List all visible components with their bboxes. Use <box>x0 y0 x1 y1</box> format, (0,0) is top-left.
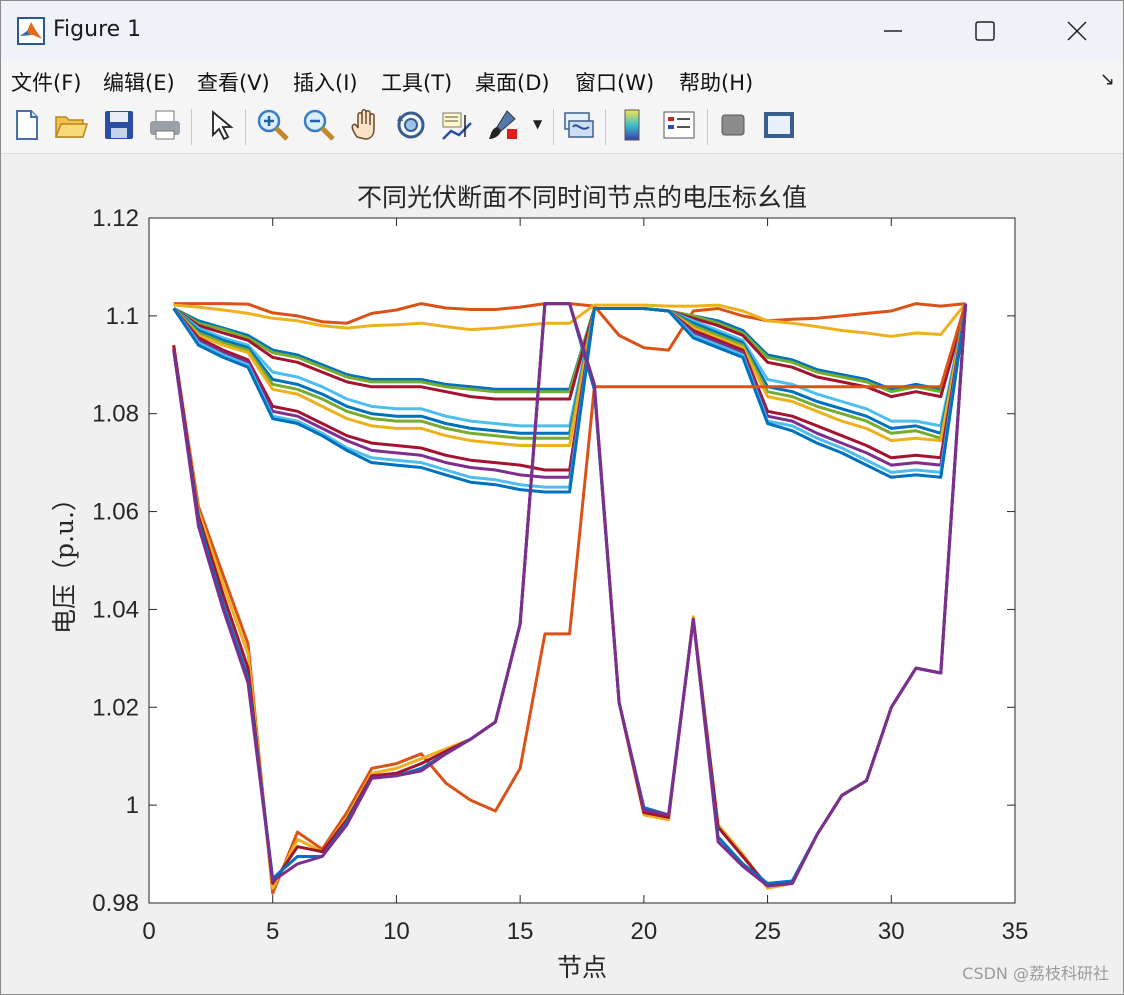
new-figure-icon[interactable] <box>9 107 45 143</box>
data-cursor-icon[interactable] <box>439 107 475 143</box>
y-tick-label: 1.12 <box>92 205 139 232</box>
link-plot-icon[interactable] <box>561 107 597 143</box>
x-tick-label: 15 <box>507 918 534 945</box>
menu-window[interactable]: 窗口(W) <box>575 67 654 97</box>
save-icon[interactable] <box>101 107 137 143</box>
figure-window: Figure 1 文件(F) 编辑(E) 查看(V) 插入(I) 工具(T) 桌… <box>0 0 1124 995</box>
y-tick-label: 1.04 <box>92 596 139 623</box>
open-file-icon[interactable] <box>53 107 89 143</box>
y-tick-label: 1.08 <box>92 401 139 428</box>
y-tick-label: 1 <box>126 792 139 819</box>
window-title: Figure 1 <box>53 17 142 42</box>
toolbar-separator <box>605 109 606 145</box>
x-tick-label: 20 <box>631 918 658 945</box>
maximize-icon <box>975 21 995 41</box>
x-tick-label: 5 <box>266 918 279 945</box>
menu-bar: 文件(F) 编辑(E) 查看(V) 插入(I) 工具(T) 桌面(D) 窗口(W… <box>1 61 1123 99</box>
menu-insert[interactable]: 插入(I) <box>293 67 358 97</box>
dock-arrow-icon[interactable]: ↘ <box>1100 69 1115 90</box>
matlab-logo-icon <box>17 17 45 45</box>
menu-desktop[interactable]: 桌面(D) <box>475 67 550 97</box>
x-tick-label: 35 <box>1002 918 1029 945</box>
toolbar-separator <box>191 109 192 145</box>
x-axis-label: 节点 <box>557 953 607 982</box>
hide-plot-tools-icon[interactable] <box>715 107 751 143</box>
brush-icon[interactable] <box>485 107 521 143</box>
show-plot-tools-icon[interactable] <box>761 107 797 143</box>
menu-view[interactable]: 查看(V) <box>197 67 270 97</box>
maximize-button[interactable] <box>939 1 1031 61</box>
watermark: CSDN @荔枝科研社 <box>962 964 1109 983</box>
y-tick-label: 1.1 <box>106 303 139 330</box>
y-tick-label: 1.02 <box>92 694 139 721</box>
menu-help[interactable]: 帮助(H) <box>679 67 753 97</box>
line-chart[interactable]: 0 5 10 15 20 25 30 35 0.98 1 1.02 1.04 1.06 1.08 1.1 1.… <box>3 154 1121 992</box>
legend-icon[interactable] <box>661 107 697 143</box>
plot-area <box>149 218 1015 903</box>
menu-file[interactable]: 文件(F) <box>11 67 81 97</box>
zoom-out-icon[interactable] <box>301 107 337 143</box>
toolbar-separator <box>553 109 554 145</box>
toolbar-separator <box>707 109 708 145</box>
title-bar[interactable]: Figure 1 <box>1 1 1123 61</box>
x-tick-label: 25 <box>754 918 781 945</box>
y-tick-label: 0.98 <box>92 890 139 917</box>
x-tick-label: 10 <box>383 918 410 945</box>
brush-dropdown-icon[interactable]: ▼ <box>533 117 542 131</box>
y-axis-label: 电压（p.u.） <box>50 486 79 634</box>
zoom-in-icon[interactable] <box>255 107 291 143</box>
x-tick-label: 0 <box>142 918 155 945</box>
menu-tools[interactable]: 工具(T) <box>381 67 452 97</box>
chart-title: 不同光伏断面不同时间节点的电压标幺值 <box>357 183 807 212</box>
rotate-3d-icon[interactable] <box>393 107 429 143</box>
y-tick-label: 1.06 <box>92 499 139 526</box>
toolbar-separator <box>245 109 246 145</box>
print-icon[interactable] <box>147 107 183 143</box>
colorbar-icon[interactable] <box>615 107 651 143</box>
pan-hand-icon[interactable] <box>347 107 383 143</box>
pointer-icon[interactable] <box>203 107 239 143</box>
minimize-icon <box>884 30 902 32</box>
minimize-button[interactable] <box>847 1 939 61</box>
figure-canvas: 0 5 10 15 20 25 30 35 0.98 1 1.02 1.04 1.06 1.08 1.1 1.… <box>3 154 1123 994</box>
x-tick-label: 30 <box>878 918 905 945</box>
figure-toolbar: ▼ <box>1 99 1123 154</box>
close-button[interactable] <box>1031 1 1123 61</box>
close-icon <box>1067 21 1087 41</box>
menu-edit[interactable]: 编辑(E) <box>103 67 175 97</box>
